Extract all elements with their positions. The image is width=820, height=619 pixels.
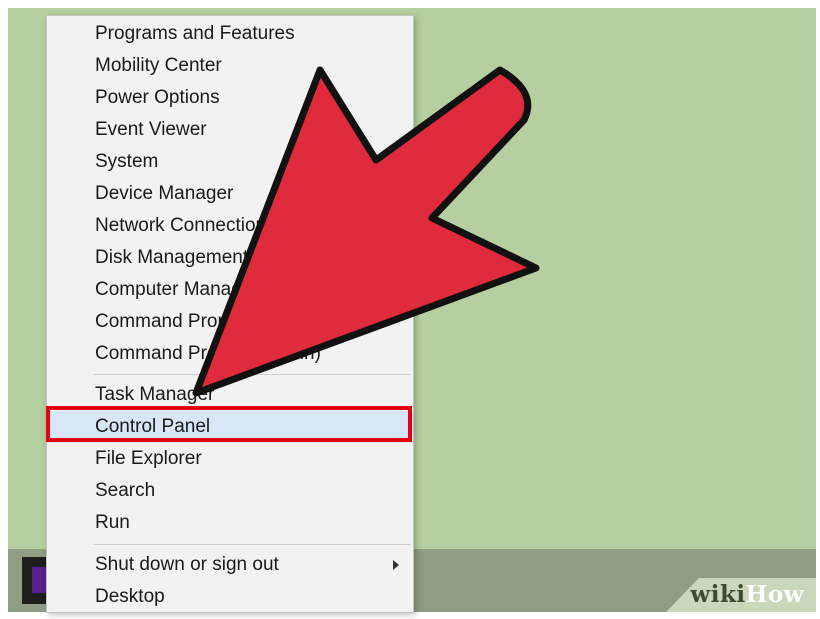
power-user-menu: Programs and Features Mobility Center Po… <box>46 15 414 613</box>
menu-item-control-panel[interactable]: Control Panel <box>47 411 413 443</box>
menu-item-label: Event Viewer <box>95 119 207 140</box>
menu-item-computer-management[interactable]: Computer Management <box>47 274 413 306</box>
menu-item-label: Device Manager <box>95 183 234 204</box>
menu-item-power-options[interactable]: Power Options <box>47 82 413 114</box>
menu-item-search[interactable]: Search <box>47 475 413 507</box>
menu-item-label: Search <box>95 480 156 501</box>
menu-item-label: Command Prompt <box>95 311 250 332</box>
menu-item-command-prompt-admin[interactable]: Command Prompt (Admin) <box>47 338 413 370</box>
menu-item-disk-management[interactable]: Disk Management <box>47 242 413 274</box>
menu-item-label: Task Manager <box>95 384 215 405</box>
menu-item-label: Mobility Center <box>95 55 222 76</box>
menu-item-command-prompt[interactable]: Command Prompt <box>47 306 413 338</box>
menu-separator <box>93 374 411 375</box>
menu-item-label: Desktop <box>95 586 165 607</box>
watermark-prefix: wiki <box>690 581 746 608</box>
menu-item-run[interactable]: Run <box>47 507 413 539</box>
menu-item-label: Power Options <box>95 87 220 108</box>
menu-item-desktop[interactable]: Desktop <box>47 581 413 613</box>
menu-item-label: Command Prompt (Admin) <box>95 343 321 364</box>
menu-item-shut-down-or-sign-out[interactable]: Shut down or sign out <box>47 549 413 581</box>
watermark-text: wikiHow <box>690 581 804 608</box>
menu-item-event-viewer[interactable]: Event Viewer <box>47 114 413 146</box>
menu-item-label: Network Connections <box>95 215 276 236</box>
menu-item-network-connections[interactable]: Network Connections <box>47 210 413 242</box>
menu-item-label: Control Panel <box>95 416 211 437</box>
chevron-right-icon <box>393 560 399 570</box>
menu-item-label: Shut down or sign out <box>95 554 279 575</box>
watermark-suffix: How <box>745 581 804 608</box>
menu-item-label: System <box>95 151 159 172</box>
menu-item-programs-and-features[interactable]: Programs and Features <box>47 18 413 50</box>
menu-item-task-manager[interactable]: Task Manager <box>47 379 413 411</box>
menu-item-label: Programs and Features <box>95 23 295 44</box>
menu-item-label: Computer Management <box>95 279 295 300</box>
menu-item-label: File Explorer <box>95 448 202 469</box>
menu-item-device-manager[interactable]: Device Manager <box>47 178 413 210</box>
menu-item-system[interactable]: System <box>47 146 413 178</box>
menu-item-mobility-center[interactable]: Mobility Center <box>47 50 413 82</box>
menu-item-label: Run <box>95 512 130 533</box>
menu-item-label: Disk Management <box>95 247 249 268</box>
menu-item-file-explorer[interactable]: File Explorer <box>47 443 413 475</box>
menu-separator <box>93 544 411 545</box>
